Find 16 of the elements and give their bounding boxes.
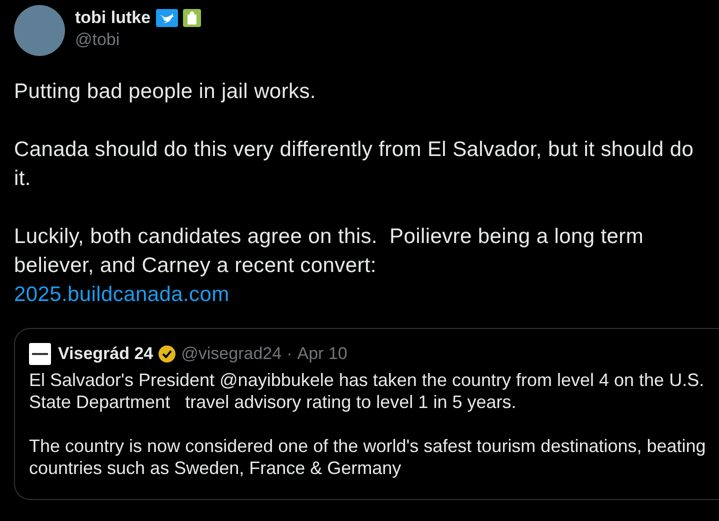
quoted-paragraph: El Salvador's President @nayibbukele has taken the country from level 4 on the U.S. State Department travel advisory rating to level 1 in 5 years. [29,369,706,413]
quoted-author-handle: @visegrad24 [181,344,282,364]
post-link[interactable]: 2025.buildcanada.com [14,280,230,309]
separator-dot: · [286,344,292,364]
post-paragraph: Putting bad people in jail works. [14,79,317,105]
avatar-placeholder[interactable] [14,5,65,56]
quoted-author-name: Visegrád 24 [58,344,154,364]
post-paragraph: Canada should do this very differently from El Salvador, but it should do it. [14,137,695,192]
post-paragraph: Luckily, both candidates agree on this. Poilievre being a long term believer, and Carney a recent convert: [14,224,645,279]
quoted-post-date: Apr 10 [297,344,348,364]
author-name[interactable]: tobi lutke [75,8,151,28]
logo-icon [29,343,51,365]
quoted-paragraph: The country is now considered one of the world's safest tourism destinations, beating countries such as Sweden, France & Germany [29,435,707,479]
author-handle[interactable]: @tobi [75,30,201,50]
quoted-post-card[interactable] [14,328,719,500]
shopping-bag-icon [182,9,201,27]
